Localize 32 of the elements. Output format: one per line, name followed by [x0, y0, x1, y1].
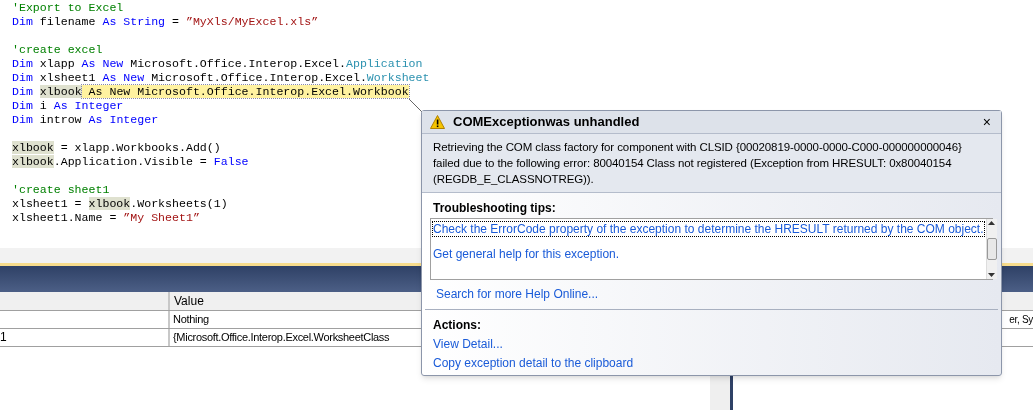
popup-title: COMExceptionwas unhandled	[453, 113, 640, 132]
code-line: 'Export to Excel	[12, 1, 124, 14]
table-cell-text: Nothing	[172, 312, 209, 327]
code-line: Dim xlapp As New Microsoft.Office.Interop.Excel.Application	[12, 57, 423, 70]
code-line: xlbook.Application.Visible = False	[12, 155, 249, 168]
code-line: xlbook = xlapp.Workbooks.Add()	[12, 141, 221, 154]
table-cell: 1	[0, 330, 7, 344]
section-heading: Actions:	[433, 317, 481, 334]
code-line: 'create sheet1	[12, 183, 110, 196]
help-link[interactable]: Search for more Help Online...	[436, 287, 599, 301]
code-line: Dim xlbook As New Microsoft.Office.Interop.Excel.Workbook	[12, 85, 409, 98]
code-line: Dim i As Integer	[12, 99, 124, 112]
code-line: 'create excel	[12, 43, 103, 56]
close-button[interactable]: ×	[980, 115, 993, 129]
scroll-up-icon[interactable]	[988, 221, 995, 225]
scroll-down-icon[interactable]	[988, 273, 995, 277]
action-link[interactable]: View Detail...	[433, 335, 503, 354]
table-cell-text: {Microsoft.Office.Interop.Excel.WorksheetClass	[172, 330, 390, 345]
code-line: Dim filename As String = ”MyXls/MyExcel.xls”	[12, 15, 319, 28]
code-line: Dim introw As Integer	[12, 113, 159, 126]
exception-message: Retrieving the COM class factory for component with CLSID {00020819-0000-0000-C000-000000000046} failed due to the following error: 80040154 Class not registered (Exception from HRESULT: 0x80040154 (REGDB_E_CLASSNOTREG)).	[433, 140, 963, 187]
action-link[interactable]: Copy exception detail to the clipboard	[433, 354, 634, 373]
tip-link[interactable]: Get general help for this exception.	[433, 247, 620, 261]
column-header[interactable]: Value	[170, 292, 208, 310]
scrollbar[interactable]	[985, 219, 997, 279]
code-line: xlsheet1.Name = ”My Sheet1”	[12, 211, 200, 224]
code-line: Dim xlsheet1 As New Microsoft.Office.Interop.Excel.Worksheet	[12, 71, 430, 84]
tip-link[interactable]: Check the ErrorCode property of the exception to determine the HRESULT returned by the COM object.	[433, 222, 984, 236]
code-line: xlsheet1 = xlbook.Worksheets(1)	[12, 197, 228, 210]
table-cell-text: er, Sy	[1009, 313, 1033, 327]
section-heading: Troubleshooting tips:	[433, 201, 556, 215]
warning-icon	[430, 115, 445, 129]
